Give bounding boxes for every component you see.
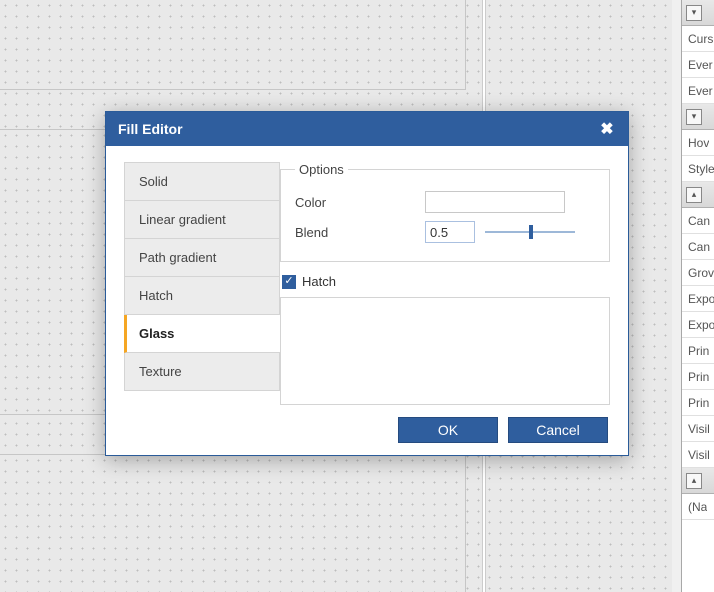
tab-hatch[interactable]: Hatch	[124, 277, 280, 315]
canvas-shape[interactable]	[0, 0, 466, 90]
tab-content: Options Color Blend ✓ Hatch	[280, 162, 610, 405]
chevron-down-icon[interactable]: ▾	[686, 109, 702, 125]
dialog-footer: OK Cancel	[106, 405, 628, 455]
prop-row[interactable]: Hov	[682, 130, 714, 156]
prop-row[interactable]: Can	[682, 208, 714, 234]
prop-section-header[interactable]: ▴	[682, 468, 714, 494]
tab-linear-gradient[interactable]: Linear gradient	[124, 201, 280, 239]
blend-slider[interactable]	[485, 221, 575, 243]
prop-row[interactable]: Prin	[682, 390, 714, 416]
cancel-button[interactable]: Cancel	[508, 417, 608, 443]
prop-section-header[interactable]: ▾	[682, 0, 714, 26]
blend-input[interactable]	[425, 221, 475, 243]
prop-row[interactable]: Visil	[682, 416, 714, 442]
fill-editor-dialog: Fill Editor ✖ Solid Linear gradient Path…	[105, 111, 629, 456]
prop-row[interactable]: (Na	[682, 494, 714, 520]
prop-row[interactable]: Expo	[682, 286, 714, 312]
dialog-title: Fill Editor	[118, 121, 183, 137]
tab-texture[interactable]: Texture	[124, 353, 280, 391]
dialog-titlebar[interactable]: Fill Editor ✖	[106, 112, 628, 146]
tab-solid[interactable]: Solid	[124, 163, 280, 201]
prop-section-header[interactable]: ▾	[682, 104, 714, 130]
prop-row[interactable]: Prin	[682, 338, 714, 364]
prop-row[interactable]: Grov	[682, 260, 714, 286]
color-picker[interactable]	[425, 191, 565, 213]
canvas-shape[interactable]	[0, 454, 466, 592]
prop-row[interactable]: Style	[682, 156, 714, 182]
options-group: Options Color Blend	[280, 162, 610, 262]
prop-row[interactable]: Expo	[682, 312, 714, 338]
property-panel: ▾ Curs Ever Ever ▾ Hov Style ▴ Can Can G…	[681, 0, 714, 592]
tab-glass[interactable]: Glass	[124, 315, 280, 353]
prop-row[interactable]: Ever	[682, 78, 714, 104]
preview-area	[280, 297, 610, 405]
prop-row[interactable]: Can	[682, 234, 714, 260]
hatch-checkbox[interactable]: ✓	[282, 275, 296, 289]
chevron-up-icon[interactable]: ▴	[686, 473, 702, 489]
prop-section-header[interactable]: ▴	[682, 182, 714, 208]
prop-row[interactable]: Prin	[682, 364, 714, 390]
prop-row[interactable]: Curs	[682, 26, 714, 52]
close-icon[interactable]: ✖	[598, 120, 616, 138]
blend-label: Blend	[295, 225, 425, 240]
prop-row[interactable]: Ever	[682, 52, 714, 78]
slider-thumb[interactable]	[529, 225, 533, 239]
prop-row[interactable]: Visil	[682, 442, 714, 468]
chevron-up-icon[interactable]: ▴	[686, 187, 702, 203]
ok-button[interactable]: OK	[398, 417, 498, 443]
hatch-label: Hatch	[302, 274, 336, 289]
options-legend: Options	[295, 162, 348, 177]
tab-list: Solid Linear gradient Path gradient Hatc…	[124, 162, 280, 405]
chevron-down-icon[interactable]: ▾	[686, 5, 702, 21]
color-label: Color	[295, 195, 425, 210]
tab-path-gradient[interactable]: Path gradient	[124, 239, 280, 277]
